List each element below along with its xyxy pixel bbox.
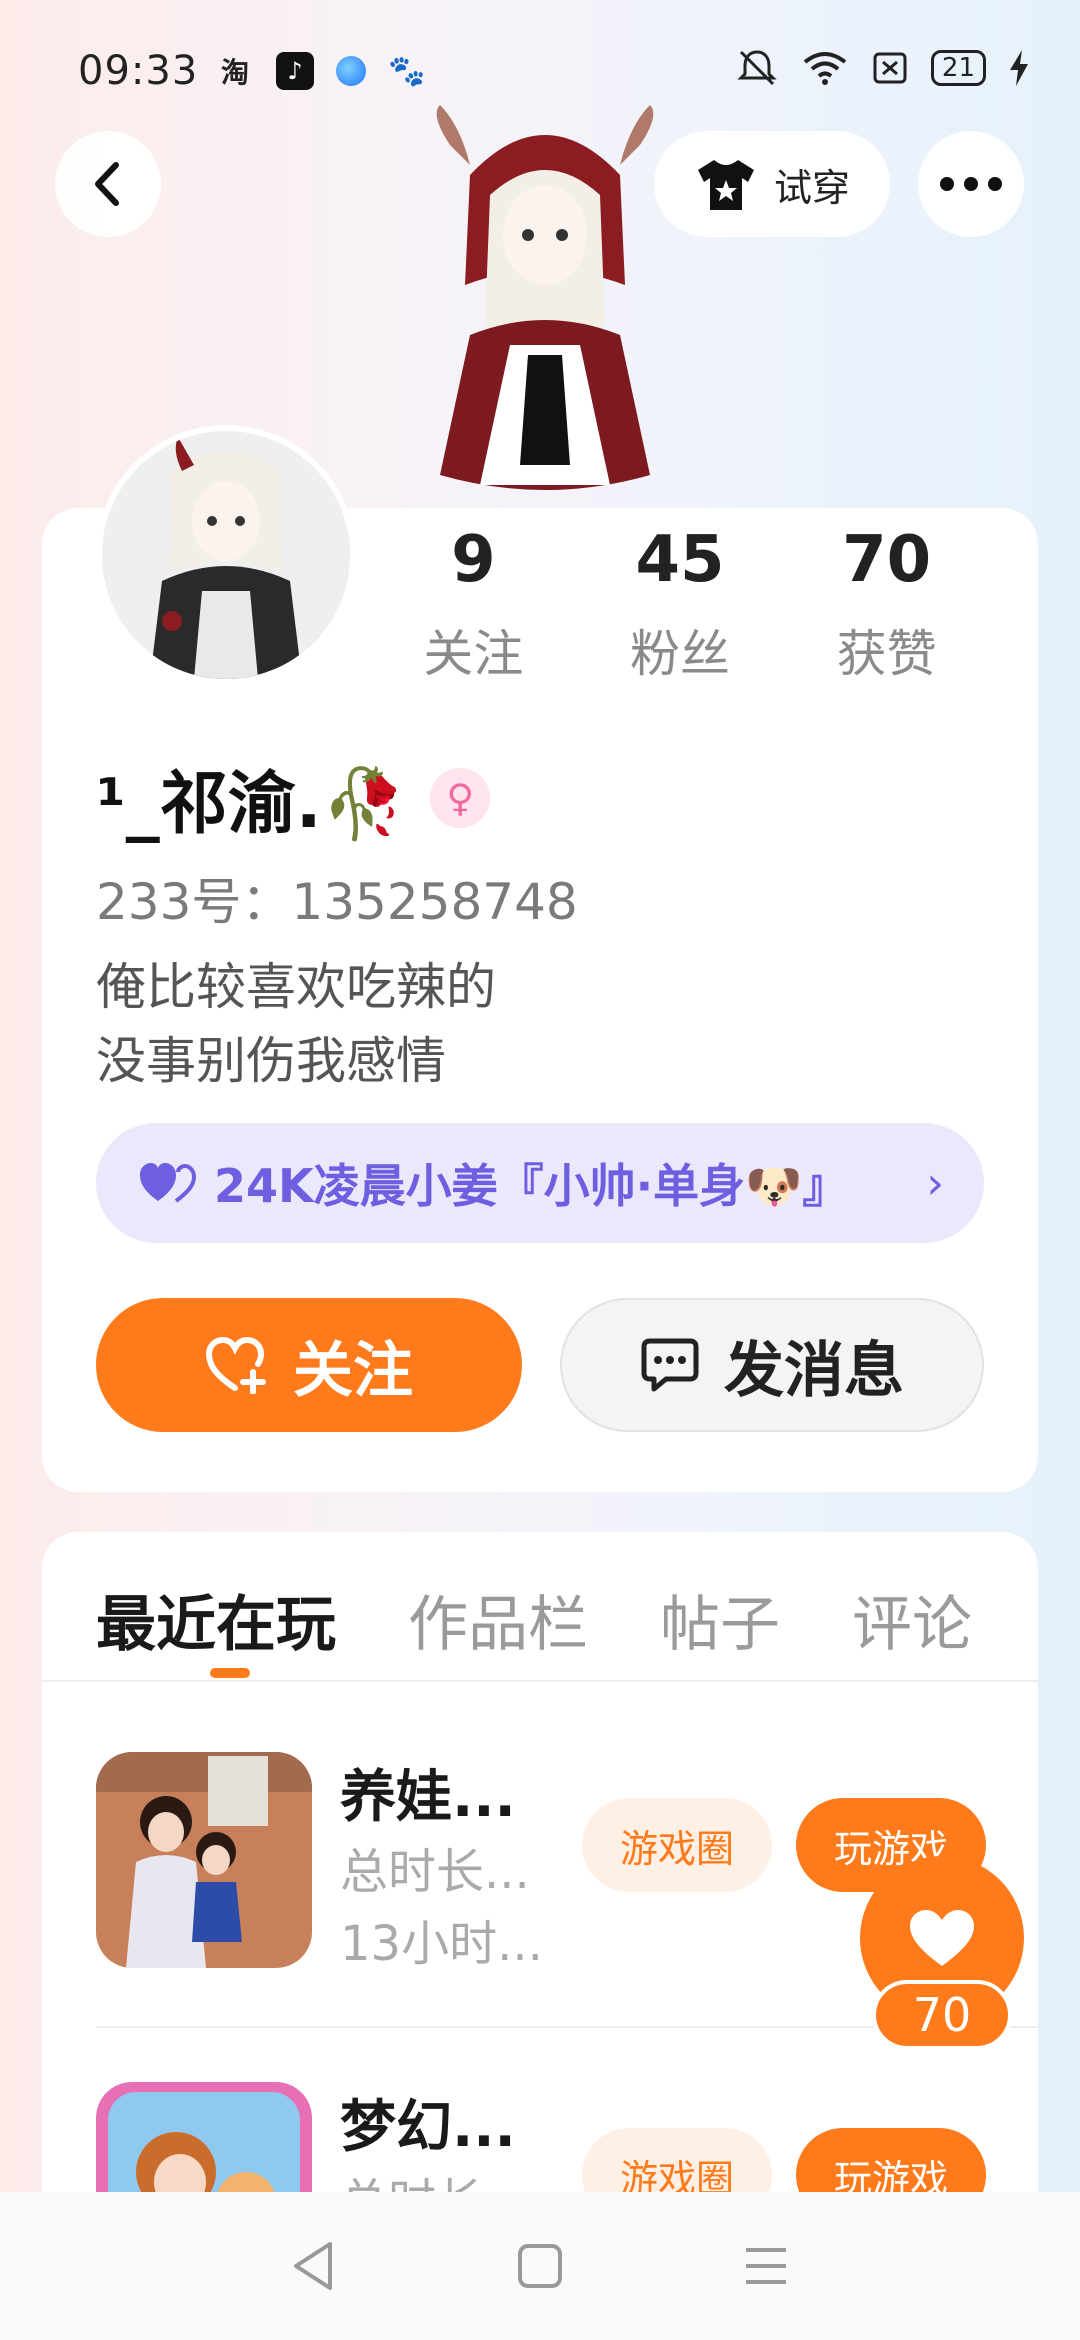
game-playtime-label: 总时长... <box>340 1844 530 1900</box>
chevron-right-icon: › <box>926 1157 944 1209</box>
team-link[interactable]: 24K凌晨小姜『小帅·单身🐶』 › <box>96 1123 984 1243</box>
profile-stats: 9 关注 45 粉丝 70 获赞 <box>370 520 990 690</box>
team-name: 24K凌晨小姜『小帅·单身🐶』 <box>214 1159 849 1213</box>
mute-bell-icon <box>737 50 777 86</box>
nav-menu-icon[interactable] <box>742 2244 790 2288</box>
tab-works[interactable]: 作品栏 <box>408 1576 588 1663</box>
tab-comments[interactable]: 评论 <box>852 1576 972 1663</box>
message-button[interactable]: 发消息 <box>560 1298 984 1432</box>
status-indicators: 21 <box>735 48 1030 88</box>
tiktok-icon: ♪ <box>276 52 314 90</box>
nickname-row: ¹_祁渝.🥀 ♀ <box>96 748 491 847</box>
stat-label: 关注 <box>423 625 524 683</box>
sim-off-icon <box>873 52 907 84</box>
stat-followers[interactable]: 45 粉丝 <box>577 520 784 690</box>
heart-plus-icon <box>205 1336 266 1394</box>
status-time: 09:33 <box>78 48 199 94</box>
game-circle-button[interactable]: 游戏圈 <box>582 2128 772 2192</box>
bio-line: 没事别伤我感情 <box>96 1032 446 1090</box>
divider <box>42 1680 1038 1682</box>
stat-following[interactable]: 9 关注 <box>370 520 577 690</box>
back-button[interactable] <box>55 131 161 237</box>
battery-level: 21 <box>930 50 986 86</box>
stat-label: 获赞 <box>836 625 937 683</box>
stat-value: 70 <box>842 523 932 597</box>
stat-value: 45 <box>635 523 725 597</box>
follow-label: 关注 <box>293 1335 413 1406</box>
game-playtime-label: 总时长... <box>340 2162 530 2192</box>
stat-label: 粉丝 <box>630 625 730 683</box>
charging-icon <box>1010 50 1028 86</box>
game-row[interactable]: 梦幻... 总时长... 游戏圈 玩游戏 <box>96 2082 996 2192</box>
nav-home-icon[interactable] <box>517 2243 563 2289</box>
avatar-image <box>102 431 350 679</box>
user-id: 233号：135258748 <box>96 873 578 931</box>
wifi-icon <box>803 52 847 85</box>
system-nav-bar <box>0 2192 1080 2340</box>
character-illustration <box>436 105 654 490</box>
game-title: 养娃... <box>340 1765 516 1830</box>
female-icon: ♀ <box>430 767 491 828</box>
chat-bubble-icon <box>641 1338 699 1392</box>
nickname: ¹_祁渝.🥀 <box>96 765 407 844</box>
message-label: 发消息 <box>724 1335 904 1406</box>
tab-recently-played[interactable]: 最近在玩 <box>96 1576 336 1663</box>
stat-likes[interactable]: 70 获赞 <box>783 520 990 690</box>
tab-posts[interactable]: 帖子 <box>660 1576 780 1663</box>
content-card: 最近在玩 作品栏 帖子 评论 养娃... 总时长... 13小时... 游戏圈 … <box>42 1532 1038 2192</box>
bio-line: 俺比较喜欢吃辣的 <box>96 958 496 1016</box>
status-app-icons: 淘 ♪ 🐾 <box>216 52 426 90</box>
game-title: 梦幻... <box>340 2095 516 2160</box>
try-on-label: 试穿 <box>773 165 850 210</box>
like-count: 70 <box>872 1980 1012 2050</box>
stat-value: 9 <box>451 523 496 597</box>
game-thumbnail <box>96 2082 312 2192</box>
double-heart-icon <box>140 1163 196 1203</box>
game-circle-button[interactable]: 游戏圈 <box>582 1798 772 1892</box>
nav-back-icon[interactable] <box>290 2240 338 2292</box>
more-dots-icon <box>940 177 1002 191</box>
game-thumbnail <box>96 1752 312 1968</box>
more-button[interactable] <box>918 131 1024 237</box>
try-on-button[interactable]: 试穿 <box>654 131 890 237</box>
avatar[interactable] <box>96 425 356 685</box>
bio: 俺比较喜欢吃辣的 没事别伤我感情 <box>96 950 496 1098</box>
taobao-icon: 淘 <box>220 56 249 89</box>
follow-button[interactable]: 关注 <box>96 1298 522 1432</box>
tab-bar: 最近在玩 作品栏 帖子 评论 <box>96 1576 972 1663</box>
game-playtime-value: 13小时... <box>340 1916 543 1972</box>
tshirt-icon <box>697 160 754 210</box>
play-game-button[interactable]: 玩游戏 <box>796 2128 986 2192</box>
app-icon <box>336 56 366 86</box>
heart-icon <box>910 1910 974 1966</box>
chevron-left-icon <box>95 162 119 206</box>
baidu-icon: 🐾 <box>388 53 426 89</box>
active-tab-indicator <box>210 1668 250 1678</box>
